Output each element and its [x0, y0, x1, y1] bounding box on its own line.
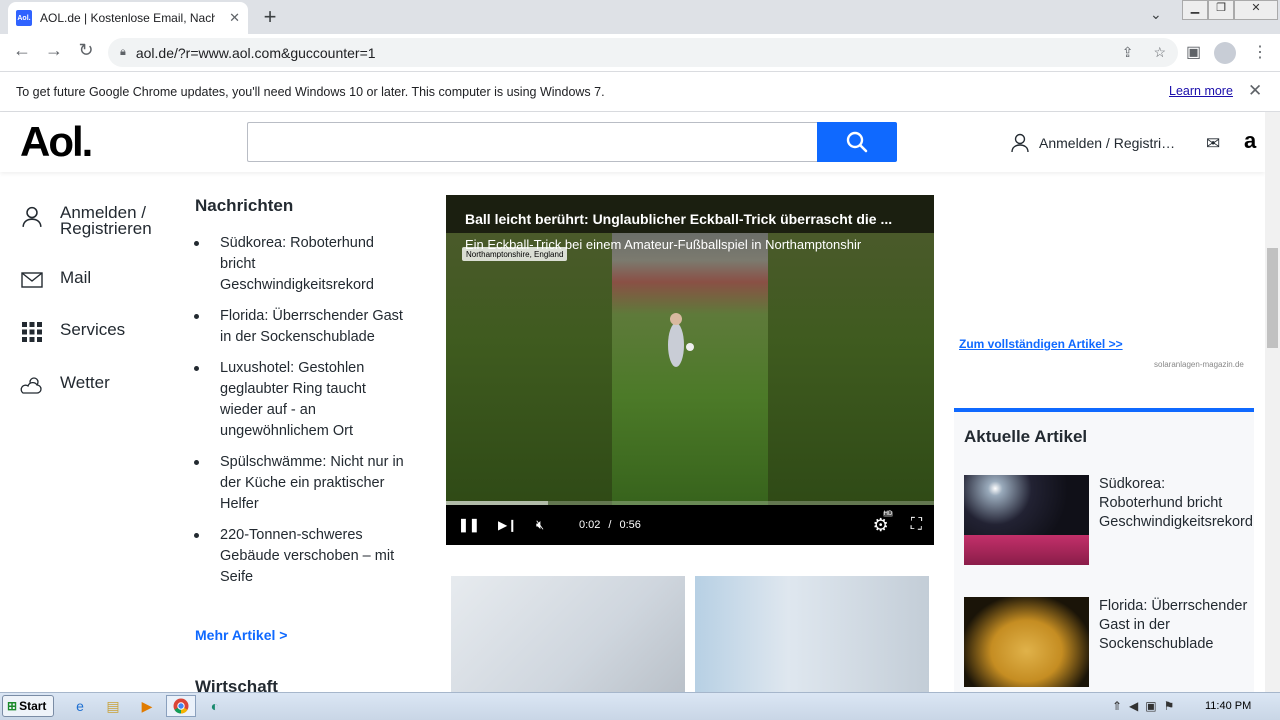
article-thumbnail[interactable] — [451, 576, 685, 696]
restore-button[interactable]: ❐ — [1208, 0, 1234, 20]
video-title: Ball leicht berührt: Unglaublicher Eckba… — [465, 211, 893, 227]
pause-icon[interactable]: ❚❚ — [458, 517, 480, 533]
clock: 11:40 PM — [1205, 700, 1252, 712]
reload-icon[interactable]: ↻ — [74, 40, 98, 61]
next-icon[interactable]: ▶❙ — [498, 518, 518, 532]
article-image — [964, 475, 1089, 565]
share-icon[interactable]: ⇪ — [1122, 44, 1134, 61]
article-image — [964, 597, 1089, 687]
more-articles-link[interactable]: Mehr Artikel > — [195, 627, 287, 643]
weather-icon — [20, 373, 44, 397]
chrome-update-infobar: To get future Google Chrome updates, you… — [0, 72, 1280, 112]
new-tab-button[interactable]: + — [258, 4, 282, 30]
explorer-icon[interactable]: ▤ — [104, 697, 122, 715]
mute-icon[interactable]: 🔇︎ — [536, 517, 556, 533]
lock-icon[interactable]: 🔒︎ — [120, 46, 126, 59]
tab-title: AOL.de | Kostenlose Email, Nachrichten — [40, 11, 215, 25]
news-item[interactable]: Südkorea: Roboterhund bricht Geschwindig… — [194, 233, 410, 296]
nav-signin[interactable]: Anmelden / Registrieren — [20, 203, 170, 238]
news-heading: Nachrichten — [195, 196, 294, 215]
nav-label: Wetter — [60, 373, 110, 392]
browser-tab[interactable]: Aol. AOL.de | Kostenlose Email, Nachrich… — [8, 2, 248, 34]
amazon-icon[interactable]: a — [1244, 128, 1256, 154]
article-title: Florida: Überrschender Gast in der Socke… — [1099, 598, 1248, 652]
infobar-message: To get future Google Chrome updates, you… — [16, 84, 605, 99]
news-item[interactable]: Florida: Überrschender Gast in der Socke… — [194, 306, 410, 348]
forward-icon[interactable]: → — [42, 40, 66, 61]
article-card[interactable]: Florida: Überrschender Gast in der Socke… — [964, 597, 1249, 687]
ie-icon[interactable]: e — [71, 697, 89, 715]
article-thumbnail[interactable] — [695, 576, 929, 696]
current-articles-heading: Aktuelle Artikel — [964, 427, 1088, 446]
window-close-button[interactable]: ✕ — [1234, 0, 1278, 20]
video-controls: ❚❚ ▶❙ 🔇︎ 0:02 / 0:56 ⚙ HD ⛶ — [446, 505, 934, 545]
current-time: 0:02 — [579, 519, 601, 531]
learn-more-link[interactable]: Learn more — [1169, 84, 1233, 98]
video-player[interactable]: Ball leicht berührt: Unglaublicher Eckba… — [446, 195, 934, 545]
side-panel-icon[interactable]: ▣ — [1186, 42, 1201, 62]
news-item[interactable]: 220-Tonnen-schweres Gebäude verschoben –… — [194, 525, 410, 588]
duration: 0:56 — [619, 519, 641, 531]
user-icon — [20, 205, 44, 229]
news-list: Südkorea: Roboterhund bricht Geschwindig… — [194, 233, 410, 598]
article-title: Südkorea: Roboterhund bricht Geschwindig… — [1099, 476, 1253, 530]
menu-dots-icon[interactable]: ⋮ — [1252, 42, 1268, 62]
settings-icon[interactable]: ⚙ HD — [873, 510, 894, 536]
location-badge: Northamptonshire, England — [462, 247, 568, 261]
start-label: Start — [19, 699, 47, 713]
start-button[interactable]: ⊞ Start — [2, 695, 54, 717]
ad-source: solaranlagen-magazin.de — [1154, 360, 1244, 369]
minimize-button[interactable]: ▁ — [1182, 0, 1208, 20]
url-text: aol.de/?r=www.aol.com&guccounter=1 — [135, 44, 376, 61]
search-button[interactable] — [817, 122, 897, 162]
nav-mail[interactable]: Mail — [20, 268, 91, 292]
search-input[interactable] — [247, 122, 818, 162]
nav-label: Mail — [60, 268, 92, 287]
mail-icon[interactable]: ✉ — [1206, 134, 1220, 154]
media-player-icon[interactable]: ▶ — [138, 697, 156, 715]
full-article-link[interactable]: Zum vollständigen Artikel >> — [959, 337, 1123, 351]
system-tray[interactable]: ⇑◀▣⚑ — [1112, 699, 1181, 713]
windows-logo-icon: ⊞ — [7, 699, 18, 713]
address-bar[interactable]: 🔒︎ aol.de/?r=www.aol.com&guccounter=1 ⇪ … — [108, 38, 1178, 67]
nav-services[interactable]: Services — [20, 320, 125, 344]
profile-avatar[interactable] — [1214, 42, 1236, 64]
scrollbar-thumb[interactable] — [1267, 248, 1278, 348]
page-scrollbar[interactable] — [1265, 112, 1280, 692]
mail-icon — [20, 268, 44, 292]
signin-label: Anmelden / Registri… — [1039, 135, 1176, 151]
nav-label: Services — [60, 320, 126, 339]
tab-search-chevron-icon[interactable]: ⌄ — [1150, 6, 1162, 23]
edge-icon[interactable]: ◐ — [206, 697, 224, 715]
user-icon — [1011, 133, 1029, 153]
tab-close-icon[interactable]: ✕ — [229, 10, 240, 26]
nav-label: Anmelden / Registrieren — [60, 203, 152, 238]
news-item[interactable]: Luxushotel: Gestohlen geglaubter Ring ta… — [194, 358, 410, 442]
article-card[interactable]: Südkorea: Roboterhund bricht Geschwindig… — [964, 475, 1253, 565]
chrome-taskbar-icon[interactable] — [166, 695, 196, 717]
time-separator: / — [608, 519, 612, 531]
bookmark-star-icon[interactable]: ☆ — [1153, 44, 1166, 61]
search-icon — [846, 131, 868, 153]
video-image — [612, 233, 768, 505]
fullscreen-icon[interactable]: ⛶ — [911, 516, 922, 534]
nav-weather[interactable]: Wetter — [20, 373, 110, 397]
infobar-close-icon[interactable]: ✕ — [1248, 81, 1262, 101]
header-signin[interactable]: Anmelden / Registri… — [1010, 133, 1175, 153]
aol-logo[interactable]: Aol. — [20, 118, 93, 166]
aol-favicon-icon: Aol. — [16, 10, 32, 26]
grid-icon — [20, 320, 44, 344]
hd-badge: HD — [882, 510, 894, 517]
news-item[interactable]: Spülschwämme: Nicht nur in der Küche ein… — [194, 452, 410, 515]
back-icon[interactable]: ← — [10, 40, 34, 61]
